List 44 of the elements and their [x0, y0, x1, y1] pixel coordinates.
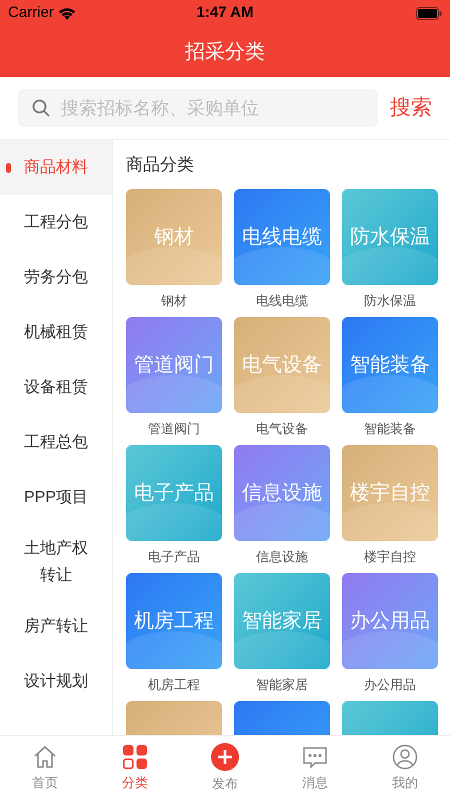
- category-tile[interactable]: 信息设施: [234, 444, 330, 540]
- tile-caption: 电气设备: [256, 420, 308, 436]
- tile-caption: 智能家居: [256, 676, 308, 692]
- category-tile[interactable]: 楼宇自控: [342, 444, 438, 540]
- search-icon: [32, 99, 50, 117]
- sidebar-item[interactable]: 商品材料: [0, 140, 112, 195]
- grid-icon: [122, 744, 148, 770]
- time-text: 1:47 AM: [196, 2, 254, 23]
- category-tile[interactable]: 机房工程: [126, 572, 222, 668]
- user-icon: [392, 744, 418, 770]
- tile-caption: 信息设施: [256, 548, 308, 564]
- tile-caption: 电子产品: [148, 548, 200, 564]
- tile-caption: 楼宇自控: [364, 548, 416, 564]
- tile-caption: 电线电缆: [256, 292, 308, 308]
- plus-icon: [211, 742, 239, 771]
- tile-caption: 管道阀门: [148, 420, 200, 436]
- tile-caption: 智能装备: [364, 420, 416, 436]
- tile-caption: 办公用品: [364, 676, 416, 692]
- category-tile[interactable]: 钢材: [126, 188, 222, 284]
- section-title: 商品分类: [126, 154, 195, 176]
- category-tile[interactable]: 智能家居: [234, 572, 330, 668]
- tab-bar-item[interactable]: 发布: [180, 736, 270, 800]
- tab-bar-item[interactable]: 我的: [360, 736, 450, 800]
- tab-bar-item[interactable]: 消息: [270, 736, 360, 800]
- category-tile[interactable]: 电子产品: [126, 444, 222, 540]
- category-tile[interactable]: 智能装备: [342, 316, 438, 412]
- selection-indicator: [6, 162, 11, 172]
- tab-bar-item[interactable]: 首页: [0, 736, 90, 800]
- tile-caption: 钢材: [161, 292, 187, 308]
- category-tile[interactable]: 电线电缆: [234, 188, 330, 284]
- tile-caption: 防水保温: [364, 292, 416, 308]
- tab-bar-item[interactable]: 分类: [90, 736, 180, 800]
- battery-icon: [416, 6, 442, 20]
- category-tile[interactable]: 防水保温: [342, 188, 438, 284]
- category-tile[interactable]: 管道阀门: [126, 316, 222, 412]
- carrier-text: Carrier: [8, 2, 54, 23]
- category-tile[interactable]: 电气设备: [234, 316, 330, 412]
- wifi-icon: [58, 6, 76, 20]
- tile-caption: 机房工程: [148, 676, 200, 692]
- search-field[interactable]: 搜索招标名称、采购单位: [18, 89, 378, 127]
- page-title: 招采分类: [185, 40, 265, 64]
- search-button[interactable]: 搜索: [390, 92, 432, 124]
- home-icon: [32, 744, 58, 770]
- category-tile[interactable]: 办公用品: [342, 572, 438, 668]
